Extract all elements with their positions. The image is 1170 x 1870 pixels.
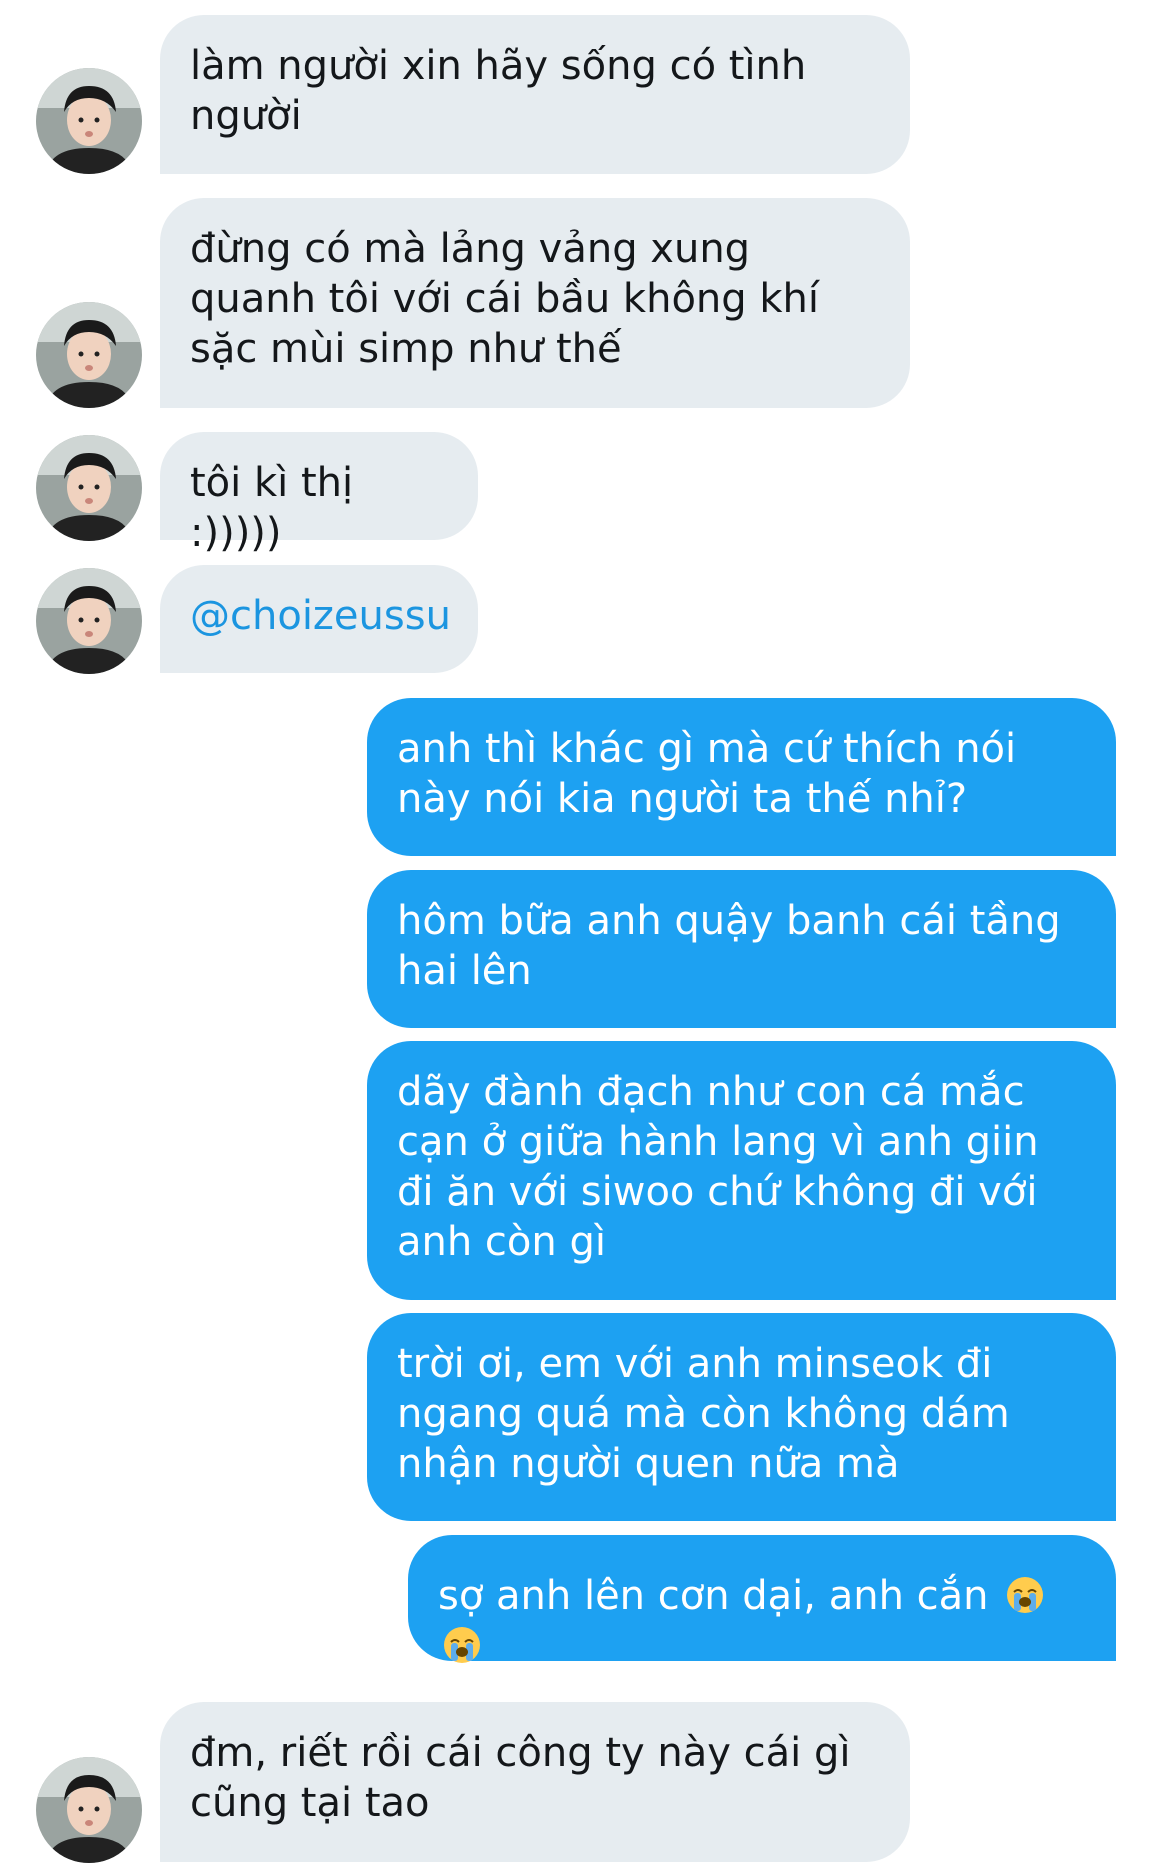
message-bubble-incoming[interactable]: đm, riết rồi cái công ty này cái gì cũng… [160,1702,910,1862]
message-text: dãy đành đạch như con cá mắc cạn ở giữa … [397,1069,1039,1265]
message-text: đừng có mà lảng vảng xung quanh tôi với … [190,226,820,372]
message-bubble-outgoing[interactable]: dãy đành đạch như con cá mắc cạn ở giữa … [367,1041,1116,1300]
avatar[interactable] [36,302,142,408]
loudly-crying-face-icon [444,1627,480,1663]
message-bubble-incoming[interactable]: làm người xin hãy sống có tình người [160,15,910,174]
message-bubble-incoming[interactable]: tôi kì thị :))))) [160,432,478,556]
avatar[interactable] [36,1757,142,1863]
message-bubble-outgoing[interactable]: sợ anh lên cơn dại, anh cắn [408,1535,1116,1663]
mention-link[interactable]: @choizeussu [190,593,451,639]
message-text: tôi kì thị :))))) [190,460,354,556]
avatar[interactable] [36,435,142,541]
message-bubble-incoming[interactable]: @choizeussu [160,565,478,673]
message-text: anh thì khác gì mà cứ thích nói này nói … [397,726,1017,822]
dm-conversation: làm người xin hãy sống có tình người đừn… [0,0,1170,1870]
message-bubble-incoming[interactable]: đừng có mà lảng vảng xung quanh tôi với … [160,198,910,408]
message-text: hôm bữa anh quậy banh cái tầng hai lên [397,898,1061,994]
avatar[interactable] [36,568,142,674]
message-text: trời ơi, em với anh minseok đi ngang quá… [397,1341,1010,1487]
message-text: đm, riết rồi cái công ty này cái gì cũng… [190,1730,851,1826]
message-text: sợ anh lên cơn dại, anh cắn [438,1573,989,1619]
avatar[interactable] [36,68,142,174]
message-bubble-outgoing[interactable]: anh thì khác gì mà cứ thích nói này nói … [367,698,1116,856]
message-bubble-outgoing[interactable]: trời ơi, em với anh minseok đi ngang quá… [367,1313,1116,1521]
loudly-crying-face-icon [1007,1577,1044,1613]
message-text: làm người xin hãy sống có tình người [190,43,807,139]
message-bubble-outgoing[interactable]: hôm bữa anh quậy banh cái tầng hai lên [367,870,1116,1028]
